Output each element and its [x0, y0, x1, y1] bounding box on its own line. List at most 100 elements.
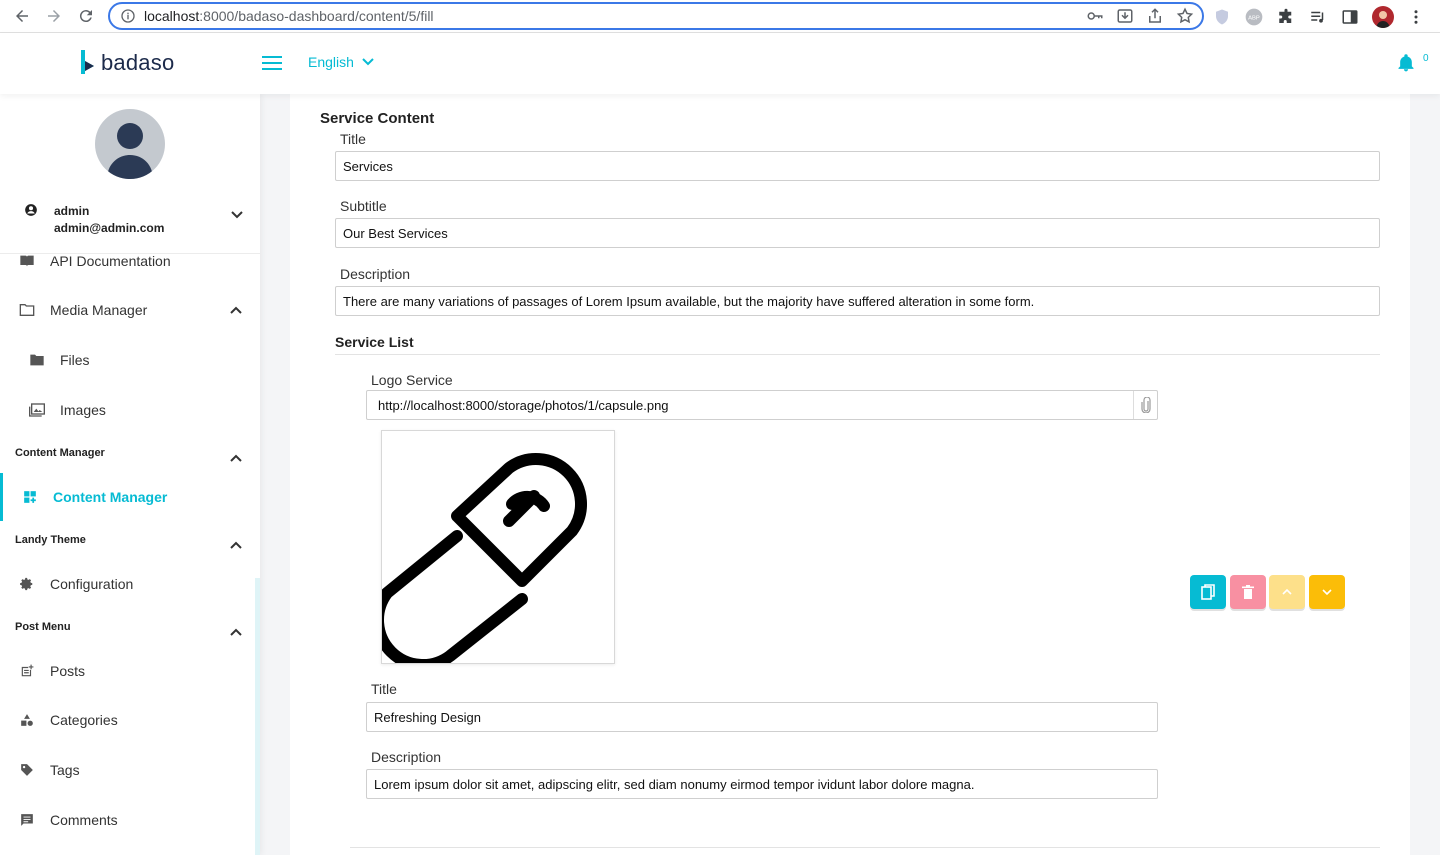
svg-text:ABP: ABP	[1248, 15, 1260, 21]
key-icon[interactable]	[1086, 7, 1104, 30]
user-avatar	[95, 109, 165, 179]
app-header: badaso English 0	[0, 33, 1440, 94]
reload-icon[interactable]	[70, 0, 102, 33]
comment-icon	[18, 811, 36, 829]
chevron-down-icon	[1322, 589, 1332, 595]
notification-bell-icon[interactable]	[1396, 53, 1416, 78]
title-label: Title	[340, 131, 366, 147]
side-panel-icon[interactable]	[1340, 7, 1360, 27]
service-title-value: Refreshing Design	[374, 709, 481, 725]
sidebar: admin admin@admin.com API Documentation …	[0, 94, 260, 855]
category-icon	[18, 711, 36, 729]
sidebar-item-media-manager[interactable]: Media Manager	[0, 290, 260, 330]
copy-icon	[1201, 584, 1215, 600]
chevron-down-icon[interactable]	[231, 206, 243, 224]
sidebar-item-label: Configuration	[50, 576, 134, 592]
chevron-up-icon[interactable]	[230, 623, 242, 641]
sidebar-item-api-documentation[interactable]: API Documentation	[0, 241, 260, 281]
notification-count: 0	[1423, 53, 1429, 64]
description-input-value: There are many variations of passages of…	[343, 293, 1035, 309]
title-input[interactable]: Services	[335, 151, 1380, 181]
tag-icon	[18, 761, 36, 779]
sidebar-item-label: Images	[60, 402, 106, 418]
duplicate-button[interactable]	[1190, 575, 1226, 609]
media-queue-icon[interactable]	[1308, 7, 1328, 27]
sidebar-item-label: Media Manager	[50, 302, 148, 318]
trash-icon	[1242, 585, 1254, 599]
logo-service-value: http://localhost:8000/storage/photos/1/c…	[378, 397, 669, 413]
sidebar-item-posts[interactable]: Posts	[0, 651, 260, 691]
subtitle-label: Subtitle	[340, 198, 387, 214]
sidebar-group-post-menu[interactable]: Post Menu	[15, 621, 71, 633]
service-item-divider	[350, 847, 1380, 848]
logo-preview-image	[372, 430, 615, 671]
account-circle-icon	[24, 203, 38, 222]
url-text: localhost:8000/badaso-dashboard/content/…	[144, 8, 434, 24]
service-description-value: Lorem ipsum dolor sit amet, adipscing el…	[374, 776, 975, 792]
service-description-input[interactable]: Lorem ipsum dolor sit amet, adipscing el…	[366, 769, 1158, 799]
hamburger-menu-icon[interactable]	[262, 55, 282, 71]
chevron-up-icon[interactable]	[230, 449, 242, 467]
capsule-icon	[372, 453, 587, 671]
install-icon[interactable]	[1116, 7, 1134, 30]
address-bar[interactable]: localhost:8000/badaso-dashboard/content/…	[108, 2, 1204, 30]
chevron-up-icon	[1282, 589, 1292, 595]
sidebar-item-label: Comments	[50, 812, 118, 828]
description-input[interactable]: There are many variations of passages of…	[335, 286, 1380, 316]
dashboard-add-icon	[21, 488, 39, 506]
sidebar-item-content-manager[interactable]: Content Manager	[0, 477, 260, 517]
folder-filled-icon	[28, 351, 46, 369]
browser-menu-icon[interactable]	[1406, 7, 1426, 27]
back-icon[interactable]	[6, 0, 38, 33]
sidebar-item-label: Files	[60, 352, 90, 368]
title-input-value: Services	[343, 158, 393, 174]
sidebar-group-content-manager[interactable]: Content Manager	[15, 447, 105, 459]
chevron-up-icon[interactable]	[230, 536, 242, 554]
sidebar-item-files[interactable]: Files	[0, 340, 260, 380]
user-email: admin@admin.com	[54, 221, 165, 235]
sidebar-item-configuration[interactable]: Configuration	[0, 564, 260, 604]
sidebar-scrollbar[interactable]	[255, 578, 260, 855]
sidebar-item-tags[interactable]: Tags	[0, 750, 260, 790]
service-title-input[interactable]: Refreshing Design	[366, 702, 1158, 732]
language-selector[interactable]: English	[308, 54, 374, 70]
sidebar-item-images[interactable]: Images	[0, 390, 260, 430]
adblock-icon[interactable]: ABP	[1244, 7, 1264, 27]
forward-icon[interactable]	[38, 0, 70, 33]
extensions-puzzle-icon[interactable]	[1276, 7, 1296, 27]
user-name: admin	[54, 204, 90, 218]
service-title-label: Title	[371, 681, 397, 697]
sidebar-item-categories[interactable]: Categories	[0, 700, 260, 740]
sidebar-item-comments[interactable]: Comments	[0, 800, 260, 840]
move-up-button[interactable]	[1269, 575, 1305, 609]
images-icon	[28, 401, 46, 419]
bookmark-star-icon[interactable]	[1176, 7, 1194, 30]
logo-service-input[interactable]: http://localhost:8000/storage/photos/1/c…	[366, 390, 1158, 420]
badaso-logo-icon	[81, 50, 94, 74]
shield-extension-icon[interactable]	[1212, 7, 1232, 27]
description-label: Description	[340, 266, 411, 282]
post-add-icon	[18, 662, 36, 680]
attach-file-icon[interactable]	[1133, 391, 1157, 419]
gear-icon	[18, 575, 36, 593]
logo-service-label: Logo Service	[371, 372, 453, 388]
section-title: Service Content	[320, 110, 435, 127]
logo-text: badaso	[101, 50, 175, 75]
book-icon	[18, 252, 36, 270]
profile-avatar-icon[interactable]	[1372, 5, 1394, 28]
folder-icon	[18, 301, 36, 319]
language-label: English	[308, 54, 354, 70]
sidebar-group-landy-theme[interactable]: Landy Theme	[15, 534, 86, 546]
delete-button[interactable]	[1230, 575, 1266, 609]
sidebar-item-label: Tags	[50, 762, 80, 778]
sidebar-item-label: API Documentation	[50, 253, 171, 269]
service-list-title: Service List	[335, 334, 414, 350]
subtitle-input[interactable]: Our Best Services	[335, 218, 1380, 248]
sidebar-item-label: Categories	[50, 712, 118, 728]
section-divider	[335, 354, 1380, 355]
badaso-logo[interactable]: badaso	[78, 50, 174, 76]
share-icon[interactable]	[1146, 7, 1164, 30]
subtitle-input-value: Our Best Services	[343, 225, 448, 241]
move-down-button[interactable]	[1309, 575, 1345, 609]
info-icon[interactable]	[120, 8, 136, 24]
